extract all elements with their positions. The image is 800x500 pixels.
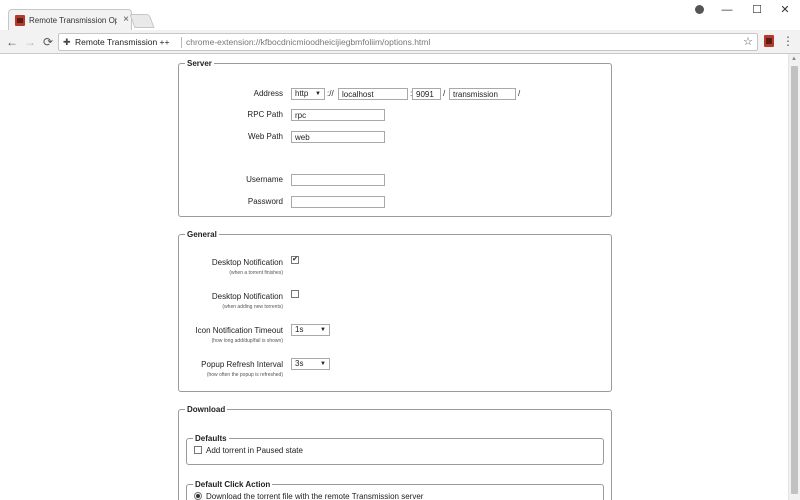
general-section: General Desktop Notification (when a tor… xyxy=(178,230,612,392)
notification-add-label: Desktop Notification xyxy=(211,292,283,301)
notification-finish-label: Desktop Notification xyxy=(211,258,283,267)
maximize-icon[interactable]: ☐ xyxy=(742,0,772,20)
notification-finish-checkbox[interactable]: ✔ xyxy=(291,256,299,264)
browser-tab[interactable]: Remote Transmission Op × xyxy=(8,9,132,31)
tab-title: Remote Transmission Op xyxy=(29,16,117,25)
timeout-label: Icon Notification Timeout xyxy=(195,326,283,335)
address-bar[interactable]: ✚ Remote Transmission ++ chrome-extensio… xyxy=(58,33,758,51)
path-input[interactable] xyxy=(449,88,516,100)
port-input[interactable] xyxy=(412,88,441,100)
chevron-down-icon: ▼ xyxy=(315,91,321,97)
refresh-select[interactable]: 3s ▼ xyxy=(291,358,330,370)
username-label: Username xyxy=(246,175,283,184)
rpc-path-label: RPC Path xyxy=(247,110,283,119)
defaults-subsection: Defaults Add torrent in Paused state xyxy=(186,434,604,465)
paused-state-checkbox[interactable] xyxy=(194,446,202,454)
protocol-value: http xyxy=(295,89,309,98)
chevron-down-icon: ▼ xyxy=(320,327,326,333)
click-action-legend: Default Click Action xyxy=(195,480,271,489)
defaults-legend: Defaults xyxy=(195,434,227,443)
notification-finish-hint: (when a torrent finishes) xyxy=(229,270,283,276)
download-section: Download Defaults Add torrent in Paused … xyxy=(178,405,612,500)
close-icon[interactable]: ✕ xyxy=(770,0,800,20)
minimize-icon[interactable]: — xyxy=(712,0,742,20)
password-input[interactable] xyxy=(291,196,385,208)
password-label: Password xyxy=(247,197,283,206)
refresh-hint: (how often the popup is refreshed) xyxy=(206,372,283,378)
scheme-separator: :// xyxy=(327,89,334,98)
protocol-select[interactable]: http ▼ xyxy=(291,88,325,100)
kebab-menu-icon[interactable]: ⋮ xyxy=(782,32,794,50)
chevron-down-icon: ▼ xyxy=(320,361,326,367)
scroll-up-arrow-icon[interactable]: ▲ xyxy=(791,56,797,62)
extension-toolbar-icon[interactable] xyxy=(764,35,774,47)
paused-state-label: Add torrent in Paused state xyxy=(206,446,303,455)
general-legend: General xyxy=(187,230,217,239)
star-icon[interactable]: ☆ xyxy=(743,35,753,48)
browser-toolbar: ← → ⟳ ✚ Remote Transmission ++ chrome-ex… xyxy=(0,30,800,54)
timeout-hint: (how long add/dup/fail is shown) xyxy=(211,338,283,344)
timeout-value: 1s xyxy=(295,325,304,334)
page-scrollbar[interactable]: ▲ xyxy=(788,54,800,500)
notification-add-checkbox[interactable] xyxy=(291,290,299,298)
server-legend: Server xyxy=(187,59,212,68)
timeout-select[interactable]: 1s ▼ xyxy=(291,324,330,336)
download-legend: Download xyxy=(187,405,226,414)
url-text[interactable]: chrome-extension://kfbocdnicmioodheiciji… xyxy=(186,37,430,47)
options-page: Server Address http ▼ :// : / / RPC Path… xyxy=(0,54,788,500)
back-arrow-icon[interactable]: ← xyxy=(4,33,20,51)
profile-icon[interactable] xyxy=(684,0,714,20)
extension-favicon-icon xyxy=(15,15,25,26)
forward-arrow-icon[interactable]: → xyxy=(22,33,38,51)
notification-add-hint: (when adding new torrents) xyxy=(222,304,283,310)
web-path-label: Web Path xyxy=(248,132,283,141)
server-section: Server Address http ▼ :// : / / RPC Path… xyxy=(178,59,612,217)
puzzle-icon: ✚ xyxy=(63,37,71,47)
download-remote-radio[interactable] xyxy=(194,492,202,500)
rpc-path-input[interactable] xyxy=(291,109,385,121)
click-action-subsection: Default Click Action Download the torren… xyxy=(186,480,604,500)
refresh-value: 3s xyxy=(295,359,304,368)
address-label: Address xyxy=(253,89,283,98)
title-bar: Remote Transmission Op × — ☐ ✕ xyxy=(0,0,800,31)
site-name: Remote Transmission ++ xyxy=(75,37,170,47)
username-input[interactable] xyxy=(291,174,385,186)
scroll-thumb[interactable] xyxy=(791,66,798,494)
omnibox-divider xyxy=(181,37,182,48)
new-tab-button[interactable] xyxy=(129,14,155,28)
web-path-input[interactable] xyxy=(291,131,385,143)
reload-icon[interactable]: ⟳ xyxy=(40,33,56,51)
host-input[interactable] xyxy=(338,88,408,100)
path-separator: / xyxy=(443,89,446,98)
download-remote-label: Download the torrent file with the remot… xyxy=(206,492,424,500)
path-end-separator: / xyxy=(518,89,521,98)
refresh-label: Popup Refresh Interval xyxy=(201,360,283,369)
